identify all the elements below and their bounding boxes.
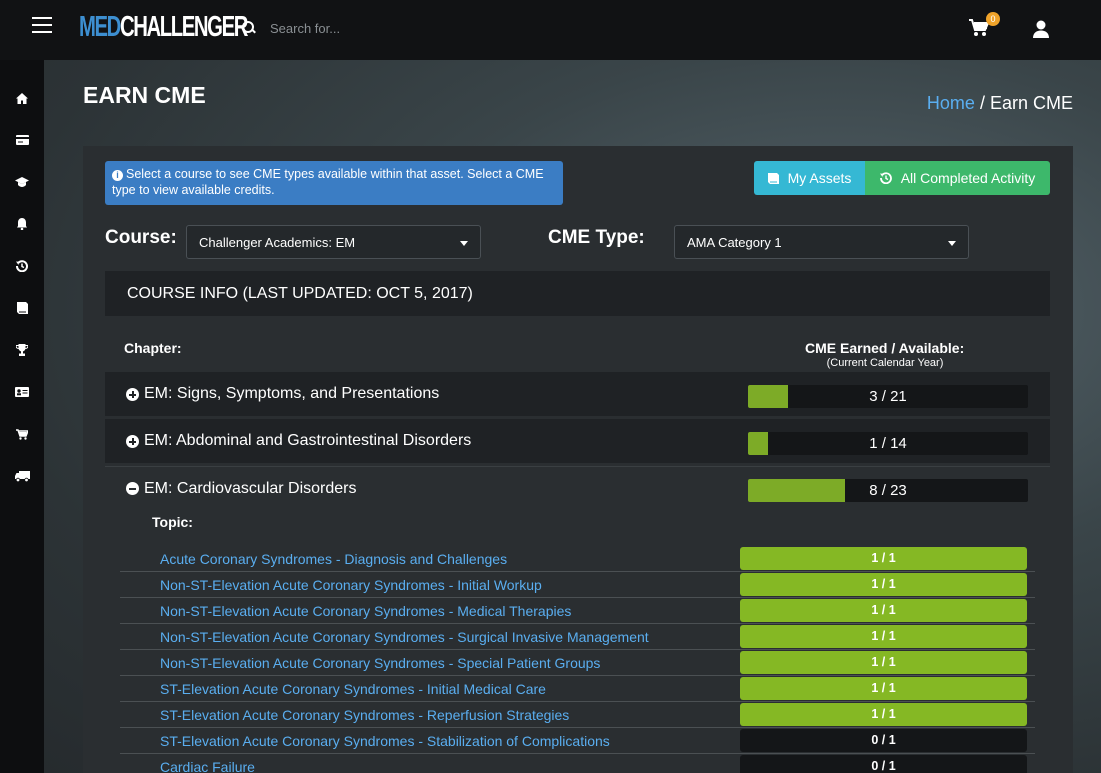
sidebar bbox=[0, 60, 44, 773]
all-completed-activity-label: All Completed Activity bbox=[900, 170, 1036, 186]
breadcrumb: Home / Earn CME bbox=[927, 93, 1073, 114]
topic-progress-bar: 1 / 1 bbox=[740, 599, 1027, 622]
topic-progress-bar: 1 / 1 bbox=[740, 703, 1027, 726]
search-icon[interactable] bbox=[242, 21, 256, 35]
cme-type-label: CME Type: bbox=[548, 227, 645, 248]
breadcrumb-home-link[interactable]: Home bbox=[927, 93, 975, 113]
cme-earned-column-subheader: (Current Calendar Year) bbox=[826, 357, 944, 369]
topic-link[interactable]: Non-ST-Elevation Acute Coronary Syndrome… bbox=[160, 629, 649, 645]
topic-link[interactable]: Non-ST-Elevation Acute Coronary Syndrome… bbox=[160, 655, 600, 671]
credit-card-icon[interactable] bbox=[0, 125, 44, 155]
cme-earned-column-header: CME Earned / Available: bbox=[805, 340, 965, 356]
history-icon[interactable] bbox=[0, 251, 44, 281]
chevron-down-icon bbox=[948, 241, 956, 246]
cme-type-select-value: AMA Category 1 bbox=[687, 234, 782, 250]
truck-icon[interactable] bbox=[0, 461, 44, 491]
topic-row: Non-ST-Elevation Acute Coronary Syndrome… bbox=[120, 650, 1035, 676]
topic-row: Acute Coronary Syndromes - Diagnosis and… bbox=[120, 546, 1035, 572]
search-bar bbox=[242, 16, 542, 40]
breadcrumb-current: Earn CME bbox=[989, 93, 1073, 113]
chapter-title: EM: Signs, Symptoms, and Presentations bbox=[144, 385, 440, 402]
topic-link[interactable]: Cardiac Failure bbox=[160, 759, 255, 773]
topic-progress-bar: 1 / 1 bbox=[740, 547, 1027, 570]
topic-row: Non-ST-Elevation Acute Coronary Syndrome… bbox=[120, 572, 1035, 598]
topic-link[interactable]: ST-Elevation Acute Coronary Syndromes - … bbox=[160, 681, 546, 697]
chapter-progress-text: 1 / 14 bbox=[869, 435, 907, 452]
topic-row: ST-Elevation Acute Coronary Syndromes - … bbox=[120, 702, 1035, 728]
hamburger-menu-icon[interactable] bbox=[32, 17, 52, 33]
cart-count-badge: 0 bbox=[986, 12, 1000, 26]
page-title: EARN CME bbox=[83, 82, 206, 108]
id-card-icon[interactable] bbox=[0, 377, 44, 407]
topic-progress-bar: 0 / 1 bbox=[740, 755, 1027, 773]
chapter-progress-bar: 1 / 14 bbox=[748, 432, 1028, 455]
topic-label: Topic: bbox=[152, 514, 193, 530]
topic-link[interactable]: ST-Elevation Acute Coronary Syndromes - … bbox=[160, 707, 569, 723]
topic-progress-bar: 1 / 1 bbox=[740, 651, 1027, 674]
chapter-progress-text: 8 / 23 bbox=[869, 482, 907, 499]
topic-row: Non-ST-Elevation Acute Coronary Syndrome… bbox=[120, 624, 1035, 650]
chevron-down-icon bbox=[460, 241, 468, 246]
bell-icon[interactable] bbox=[0, 209, 44, 239]
topic-link[interactable]: ST-Elevation Acute Coronary Syndromes - … bbox=[160, 733, 610, 749]
topic-link[interactable]: Acute Coronary Syndromes - Diagnosis and… bbox=[160, 551, 507, 567]
minus-circle-icon[interactable] bbox=[126, 482, 139, 495]
topic-row: ST-Elevation Acute Coronary Syndromes - … bbox=[120, 676, 1035, 702]
search-input[interactable] bbox=[270, 20, 530, 36]
course-select-value: Challenger Academics: EM bbox=[199, 234, 356, 250]
logo-med: MED bbox=[79, 11, 121, 43]
topic-row: Cardiac Failure 0 / 1 bbox=[120, 754, 1035, 773]
course-info-header: COURSE INFO (LAST UPDATED: OCT 5, 2017) bbox=[105, 271, 1050, 316]
topic-row: ST-Elevation Acute Coronary Syndromes - … bbox=[120, 728, 1035, 754]
chapter-progress-bar: 3 / 21 bbox=[748, 385, 1028, 408]
book-icon[interactable] bbox=[0, 293, 44, 323]
chapter-title: EM: Cardiovascular Disorders bbox=[144, 479, 357, 497]
my-assets-label: My Assets bbox=[787, 170, 852, 186]
book-icon bbox=[767, 172, 779, 184]
graduation-cap-icon[interactable] bbox=[0, 167, 44, 197]
chapter-title: EM: Abdominal and Gastrointestinal Disor… bbox=[144, 432, 472, 449]
chapter-progress-text: 3 / 21 bbox=[869, 388, 907, 405]
user-icon[interactable] bbox=[1032, 20, 1050, 38]
info-message: i Select a course to see CME types availa… bbox=[105, 161, 563, 205]
info-message-text: Select a course to see CME types availab… bbox=[112, 167, 544, 197]
chapter-progress-bar: 8 / 23 bbox=[748, 479, 1028, 502]
topic-progress-bar: 0 / 1 bbox=[740, 729, 1027, 752]
cme-type-select[interactable]: AMA Category 1 bbox=[674, 225, 969, 259]
topic-link[interactable]: Non-ST-Elevation Acute Coronary Syndrome… bbox=[160, 603, 571, 619]
topic-progress-bar: 1 / 1 bbox=[740, 573, 1027, 596]
trophy-icon[interactable] bbox=[0, 335, 44, 365]
top-bar: MED CHALLENGER 0 bbox=[0, 0, 1101, 60]
topic-progress-bar: 1 / 1 bbox=[740, 677, 1027, 700]
logo-challenger: CHALLENGER bbox=[120, 11, 248, 43]
history-icon bbox=[879, 172, 892, 184]
home-icon[interactable] bbox=[0, 83, 44, 113]
plus-circle-icon[interactable] bbox=[126, 434, 139, 448]
topic-progress-bar: 1 / 1 bbox=[740, 625, 1027, 648]
course-label: Course: bbox=[105, 227, 177, 248]
topic-row: Non-ST-Elevation Acute Coronary Syndrome… bbox=[120, 598, 1035, 624]
my-assets-button[interactable]: My Assets bbox=[754, 161, 865, 195]
cart-icon[interactable] bbox=[0, 419, 44, 449]
topic-link[interactable]: Non-ST-Elevation Acute Coronary Syndrome… bbox=[160, 577, 542, 593]
breadcrumb-separator: / bbox=[979, 93, 985, 113]
all-completed-activity-button[interactable]: All Completed Activity bbox=[865, 161, 1050, 195]
plus-circle-icon[interactable] bbox=[126, 387, 139, 401]
course-select[interactable]: Challenger Academics: EM bbox=[186, 225, 481, 259]
info-icon: i bbox=[112, 170, 123, 181]
chapter-column-header: Chapter: bbox=[124, 340, 182, 356]
